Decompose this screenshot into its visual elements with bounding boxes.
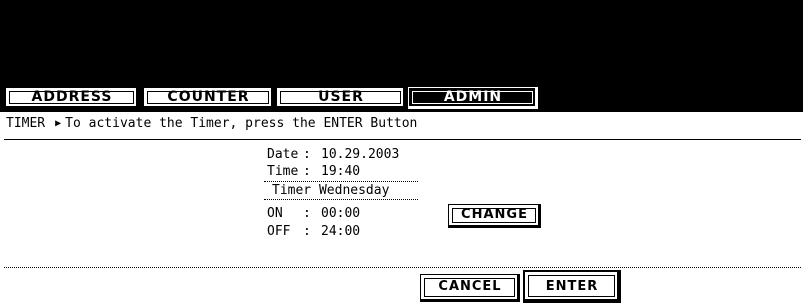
- tab-admin-label: ADMIN: [443, 89, 503, 105]
- timer-off-row: OFF:24:00: [267, 224, 361, 239]
- header-divider: [4, 139, 801, 140]
- tab-user-label: USER: [318, 89, 364, 105]
- change-button-label: CHANGE: [461, 207, 528, 222]
- tab-admin[interactable]: ADMIN: [408, 87, 538, 109]
- right-triangle-icon: ▶: [55, 118, 62, 129]
- time-row: Time:19:40: [267, 164, 361, 179]
- cancel-button-label: CANCEL: [438, 279, 502, 294]
- date-row: Date:10.29.2003: [267, 147, 400, 162]
- footer-divider: [4, 267, 801, 268]
- cancel-button[interactable]: CANCEL: [420, 274, 520, 302]
- tab-address-label: ADDRESS: [31, 89, 113, 105]
- tab-user[interactable]: USER: [276, 87, 406, 109]
- change-button[interactable]: CHANGE: [448, 204, 541, 228]
- timer-off-value: 24:00: [321, 224, 361, 239]
- tab-counter[interactable]: COUNTER: [143, 87, 274, 109]
- instruction-line: TIMER ▶ To activate the Timer, press the E…: [6, 116, 417, 131]
- enter-button[interactable]: ENTER: [523, 270, 621, 303]
- time-label: Time: [267, 164, 299, 179]
- timer-title: Timer Wednesday: [272, 183, 390, 198]
- section-title: TIMER: [6, 116, 46, 131]
- timer-divider: [264, 199, 418, 200]
- time-value: 19:40: [321, 164, 361, 179]
- tab-address[interactable]: ADDRESS: [5, 87, 139, 109]
- timer-off-label: OFF: [267, 224, 291, 239]
- tab-bar: ADDRESS COUNTER USER ADMIN: [0, 86, 803, 112]
- timer-on-label: ON: [267, 206, 283, 221]
- top-status-bar: [0, 0, 803, 86]
- instruction-text: To activate the Timer, press the ENTER B…: [65, 116, 418, 131]
- enter-button-label: ENTER: [545, 279, 599, 294]
- datetime-divider: [264, 181, 418, 182]
- date-label: Date: [267, 147, 299, 162]
- tab-counter-label: COUNTER: [167, 89, 250, 105]
- timer-on-value: 00:00: [321, 206, 361, 221]
- date-value: 10.29.2003: [321, 147, 400, 162]
- timer-on-row: ON:00:00: [267, 206, 361, 221]
